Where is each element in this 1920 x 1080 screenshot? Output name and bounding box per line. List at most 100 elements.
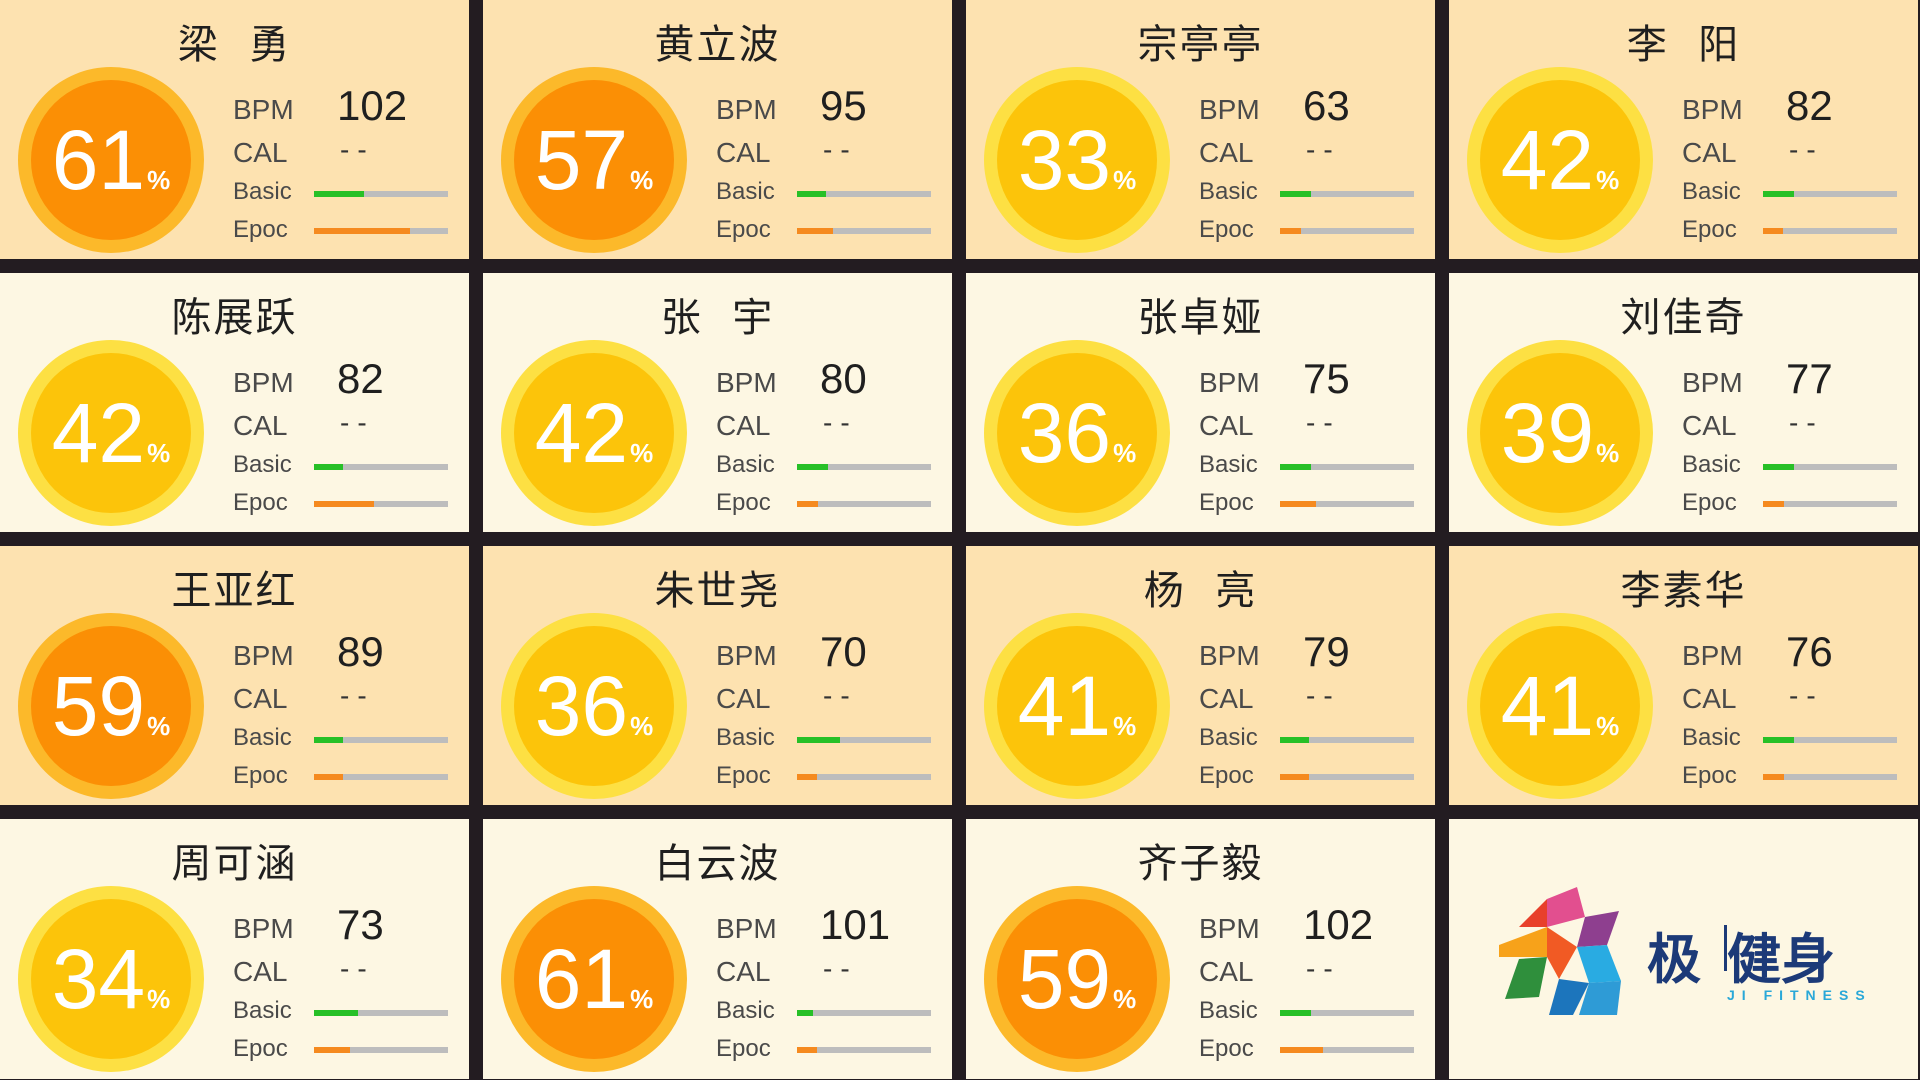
epoc-bar xyxy=(1280,501,1414,507)
epoc-label: Epoc xyxy=(1682,762,1737,789)
intensity-percent: 59% xyxy=(31,664,191,748)
logo-char-first: 极 xyxy=(1647,928,1701,991)
epoc-bar xyxy=(797,228,931,234)
basic-bar-fill xyxy=(314,464,344,470)
percent-sign: % xyxy=(1113,984,1137,1014)
intensity-disc: 41% xyxy=(997,626,1157,786)
epoc-label: Epoc xyxy=(716,489,771,516)
intensity-ring: 39% xyxy=(1467,340,1653,526)
intensity-ring: 33% xyxy=(984,67,1170,253)
basic-label: Basic xyxy=(233,997,292,1024)
cal-label: CAL xyxy=(1682,683,1737,714)
member-card[interactable]: 朱世尧 36% BPM 70 CAL -- Basic Epoc xyxy=(483,546,952,805)
member-card[interactable]: 李 阳 42% BPM 82 CAL -- Basic Epoc xyxy=(1449,0,1918,259)
percent-sign: % xyxy=(147,984,171,1014)
logo-mark-icon xyxy=(1499,887,1621,1015)
basic-bar xyxy=(1763,191,1897,197)
intensity-ring: 61% xyxy=(501,886,687,1072)
basic-label: Basic xyxy=(233,178,292,205)
member-card[interactable]: 黄立波 57% BPM 95 CAL -- Basic Epoc xyxy=(483,0,952,259)
member-card[interactable]: 梁 勇 61% BPM 102 CAL -- Basic Epoc xyxy=(0,0,469,259)
intensity-disc: 36% xyxy=(514,626,674,786)
member-card[interactable]: 宗亭亭 33% BPM 63 CAL -- Basic Epoc xyxy=(966,0,1435,259)
basic-bar xyxy=(797,737,931,743)
basic-bar xyxy=(314,191,448,197)
member-card[interactable]: 齐子毅 59% BPM 102 CAL -- Basic Epoc xyxy=(966,819,1435,1079)
intensity-percent: 59% xyxy=(997,937,1157,1021)
basic-bar xyxy=(797,1010,931,1016)
percent-value: 42 xyxy=(534,386,629,480)
member-card[interactable]: 陈展跃 42% BPM 82 CAL -- Basic Epoc xyxy=(0,273,469,532)
cal-value: -- xyxy=(823,953,858,984)
member-card[interactable]: 李素华 41% BPM 76 CAL -- Basic Epoc xyxy=(1449,546,1918,805)
percent-value: 57 xyxy=(534,113,629,207)
epoc-bar-fill xyxy=(314,774,344,780)
cal-label: CAL xyxy=(1199,683,1254,714)
basic-bar xyxy=(1280,737,1414,743)
intensity-ring: 59% xyxy=(984,886,1170,1072)
intensity-ring: 41% xyxy=(1467,613,1653,799)
percent-sign: % xyxy=(630,711,654,741)
intensity-disc: 61% xyxy=(514,899,674,1059)
cal-value: -- xyxy=(1789,134,1824,165)
basic-bar-fill xyxy=(1763,191,1794,197)
cal-label: CAL xyxy=(716,137,771,168)
basic-bar-fill xyxy=(1280,191,1311,197)
epoc-bar-fill xyxy=(797,1047,818,1053)
basic-bar-fill xyxy=(797,737,840,743)
epoc-bar xyxy=(797,501,931,507)
member-card[interactable]: 张 宇 42% BPM 80 CAL -- Basic Epoc xyxy=(483,273,952,532)
basic-bar-fill xyxy=(314,1010,359,1016)
member-card[interactable]: 白云波 61% BPM 101 CAL -- Basic Epoc xyxy=(483,819,952,1079)
intensity-percent: 34% xyxy=(31,937,191,1021)
percent-value: 33 xyxy=(1017,113,1112,207)
epoc-label: Epoc xyxy=(1199,489,1254,516)
bpm-value: 89 xyxy=(337,628,384,675)
member-name: 王亚红 xyxy=(171,568,298,614)
basic-bar-fill xyxy=(797,1010,814,1016)
intensity-disc: 59% xyxy=(31,626,191,786)
epoc-bar xyxy=(797,774,931,780)
percent-sign: % xyxy=(147,711,171,741)
percent-sign: % xyxy=(1113,165,1137,195)
bpm-value: 77 xyxy=(1786,355,1833,402)
cal-value: -- xyxy=(1789,407,1824,438)
cal-label: CAL xyxy=(233,683,288,714)
member-card[interactable]: 张卓娅 36% BPM 75 CAL -- Basic Epoc xyxy=(966,273,1435,532)
cal-label: CAL xyxy=(233,410,288,441)
percent-sign: % xyxy=(1113,438,1137,468)
intensity-disc: 59% xyxy=(997,899,1157,1059)
epoc-label: Epoc xyxy=(716,1035,771,1062)
member-card[interactable]: 杨 亮 41% BPM 79 CAL -- Basic Epoc xyxy=(966,546,1435,805)
intensity-ring: 42% xyxy=(501,340,687,526)
cal-value: -- xyxy=(1306,407,1341,438)
basic-bar xyxy=(314,737,448,743)
member-name: 齐子毅 xyxy=(1137,841,1264,887)
basic-bar-fill xyxy=(1280,464,1311,470)
intensity-ring: 59% xyxy=(18,613,204,799)
cal-value: -- xyxy=(1306,680,1341,711)
member-name: 朱世尧 xyxy=(654,568,781,614)
basic-bar xyxy=(1763,464,1897,470)
member-card[interactable]: 王亚红 59% BPM 89 CAL -- Basic Epoc xyxy=(0,546,469,805)
epoc-bar xyxy=(1280,228,1414,234)
percent-value: 61 xyxy=(51,113,146,207)
epoc-label: Epoc xyxy=(233,216,288,243)
percent-value: 39 xyxy=(1500,386,1595,480)
epoc-bar-fill xyxy=(1280,228,1302,234)
bpm-label: BPM xyxy=(1682,367,1743,398)
epoc-bar-fill xyxy=(1280,501,1317,507)
cal-label: CAL xyxy=(716,410,771,441)
bpm-value: 82 xyxy=(337,355,384,402)
intensity-percent: 42% xyxy=(1480,118,1640,202)
member-card[interactable]: 刘佳奇 39% BPM 77 CAL -- Basic Epoc xyxy=(1449,273,1918,532)
basic-bar-fill xyxy=(797,464,828,470)
bpm-value: 76 xyxy=(1786,628,1833,675)
intensity-disc: 42% xyxy=(1480,80,1640,240)
intensity-percent: 57% xyxy=(514,118,674,202)
intensity-percent: 36% xyxy=(514,664,674,748)
member-card[interactable]: 周可涵 34% BPM 73 CAL -- Basic Epoc xyxy=(0,819,469,1079)
bpm-label: BPM xyxy=(716,640,777,671)
intensity-disc: 34% xyxy=(31,899,191,1059)
epoc-bar xyxy=(797,1047,931,1053)
